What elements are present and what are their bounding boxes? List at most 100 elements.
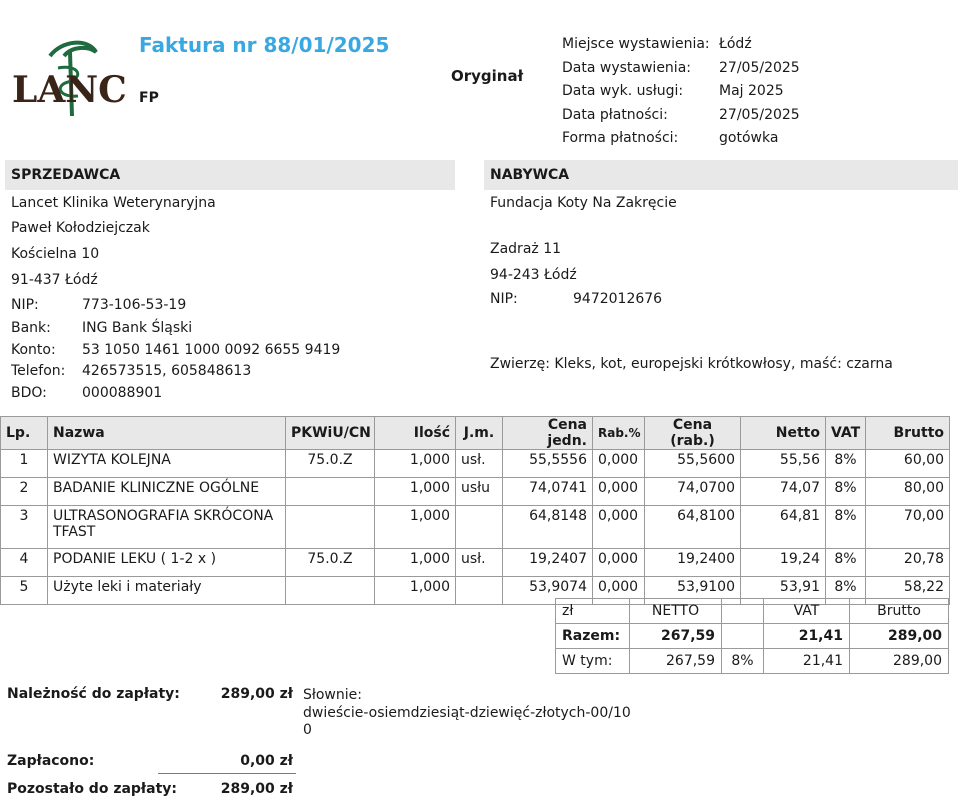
totals-col-rate <box>721 598 764 624</box>
totals-col-vat: VAT <box>763 598 850 624</box>
seller-nip-row: NIP: 773-106-53-19 <box>11 297 186 313</box>
cell-name: ULTRASONOGRAFIA SKRÓCONA TFAST <box>47 505 286 549</box>
cell-gross: 20,78 <box>865 548 950 577</box>
table-row: 2 BADANIE KLINICZNE OGÓLNE 1,000 usłu 74… <box>0 477 950 506</box>
totals-col-net: NETTO <box>629 598 722 624</box>
cell-price-discounted: 55,5600 <box>644 449 741 478</box>
cell-discount: 0,000 <box>592 449 645 478</box>
cell-qty: 1,000 <box>374 477 456 506</box>
buyer-name: Fundacja Koty Na Zakręcie <box>490 195 677 211</box>
col-vat: VAT <box>825 416 866 450</box>
cell-pkwiu: 75.0.Z <box>285 548 375 577</box>
seller-field-label: BDO: <box>11 385 47 401</box>
cell-gross: 60,00 <box>865 449 950 478</box>
meta-label: Forma płatności: <box>562 130 679 146</box>
cell-qty: 1,000 <box>374 576 456 605</box>
seller-field-label: Bank: <box>11 320 51 336</box>
invoice-title: Faktura nr 88/01/2025 <box>139 33 390 57</box>
cell-gross: 70,00 <box>865 505 950 549</box>
items-header-row: Lp. Nazwa PKWiU/CN Ilość J.m. Cena jedn.… <box>0 416 950 450</box>
in-words-line2: 0 <box>303 722 312 738</box>
seller-field-value: ING Bank Śląski <box>82 320 193 336</box>
cell-unit: usł. <box>455 449 503 478</box>
remaining-label: Pozostało do zapłaty: <box>7 781 177 797</box>
totals-sum-label: Razem: <box>555 623 630 649</box>
meta-label: Miejsce wystawienia: <box>562 36 710 52</box>
seller-field-value: 426573515, 605848613 <box>82 363 252 379</box>
cell-price: 74,0741 <box>502 477 593 506</box>
cell-unit: usł. <box>455 548 503 577</box>
buyer-nip-value: 9472012676 <box>573 291 663 307</box>
seller-field-label: NIP: <box>11 297 39 313</box>
cell-lp: 4 <box>0 548 48 577</box>
col-name: Nazwa <box>47 416 286 450</box>
cell-vat: 8% <box>825 505 866 549</box>
seller-field-value: 53 1050 1461 1000 0092 6655 9419 <box>82 342 341 358</box>
cell-name: BADANIE KLINICZNE OGÓLNE <box>47 477 286 506</box>
col-net: Netto <box>740 416 826 450</box>
cell-name: PODANIE LEKU ( 1-2 x ) <box>47 548 286 577</box>
seller-name: Lancet Klinika Weterynaryjna <box>11 195 216 211</box>
cell-unit <box>455 505 503 549</box>
cell-vat: 8% <box>825 548 866 577</box>
cell-price-discounted: 19,2400 <box>644 548 741 577</box>
meta-row: Data wystawienia: 27/05/2025 <box>562 57 800 81</box>
amount-due-value: 289,00 zł <box>220 686 293 702</box>
cell-lp: 5 <box>0 576 48 605</box>
cell-discount: 0,000 <box>592 477 645 506</box>
cell-lp: 2 <box>0 477 48 506</box>
seller-phone-row: Telefon: 426573515, 605848613 <box>11 363 251 379</box>
seller-street: Kościelna 10 <box>11 246 100 262</box>
cell-qty: 1,000 <box>374 449 456 478</box>
paid-divider <box>158 773 296 774</box>
meta-row: Forma płatności: gotówka <box>562 127 800 151</box>
buyer-nip-row: NIP: 9472012676 <box>490 291 662 307</box>
meta-value: gotówka <box>719 130 779 146</box>
seller-city: 91-437 Łódź <box>11 272 98 288</box>
table-row: 3 ULTRASONOGRAFIA SKRÓCONA TFAST 1,000 6… <box>0 505 950 549</box>
paid-label: Zapłacono: <box>7 753 95 769</box>
invoice-subtitle: FP <box>139 90 159 106</box>
lancet-logo: LANCET <box>10 38 181 120</box>
cell-price: 19,2407 <box>502 548 593 577</box>
cell-vat: 8% <box>825 449 866 478</box>
totals-table: zł NETTO VAT Brutto Razem: 267,59 21,41 … <box>555 598 949 674</box>
seller-bank-row: Bank: ING Bank Śląski <box>11 320 192 336</box>
buyer-nip-label: NIP: <box>490 291 518 307</box>
totals-sum-rate <box>721 623 764 649</box>
cell-price-discounted: 64,8100 <box>644 505 741 549</box>
cell-lp: 1 <box>0 449 48 478</box>
cell-lp: 3 <box>0 505 48 549</box>
meta-value: 27/05/2025 <box>719 59 800 76</box>
totals-sum-vat: 21,41 <box>763 623 850 649</box>
buyer-street: Zadraż 11 <box>490 241 562 257</box>
snake-staff-icon: LANCET <box>12 40 181 117</box>
cell-pkwiu <box>285 477 375 506</box>
meta-value: Łódź <box>719 36 752 52</box>
cell-discount: 0,000 <box>592 505 645 549</box>
cell-price: 55,5556 <box>502 449 593 478</box>
cell-net: 74,07 <box>740 477 826 506</box>
cell-unit: usłu <box>455 477 503 506</box>
table-row: 4 PODANIE LEKU ( 1-2 x ) 75.0.Z 1,000 us… <box>0 548 950 577</box>
totals-incl-rate: 8% <box>721 648 764 674</box>
meta-label: Data płatności: <box>562 106 668 123</box>
seller-account-row: Konto: 53 1050 1461 1000 0092 6655 9419 <box>11 342 340 358</box>
meta-row: Data wyk. usługi: Maj 2025 <box>562 80 800 104</box>
table-row: 1 WIZYTA KOLEJNA 75.0.Z 1,000 usł. 55,55… <box>0 449 950 478</box>
in-words-line1: dwieście-osiemdziesiąt-dziewięć-złotych-… <box>303 705 631 721</box>
cell-name: Użyte leki i materiały <box>47 576 286 605</box>
seller-field-value: 773-106-53-19 <box>82 297 187 313</box>
buyer-animal: Zwierzę: Kleks, kot, europejski krótkowł… <box>490 356 893 372</box>
meta-label: Data wyk. usługi: <box>562 83 684 99</box>
amount-due-label: Należność do zapłaty: <box>7 686 180 702</box>
cell-unit <box>455 576 503 605</box>
totals-incl-net: 267,59 <box>629 648 722 674</box>
meta-label: Data wystawienia: <box>562 59 691 76</box>
col-qty: Ilość <box>374 416 456 450</box>
col-pkwiu: PKWiU/CN <box>285 416 375 450</box>
totals-incl-vat: 21,41 <box>763 648 850 674</box>
seller-heading: SPRZEDAWCA <box>5 160 455 190</box>
col-lp: Lp. <box>0 416 48 450</box>
meta-value: 27/05/2025 <box>719 106 800 123</box>
